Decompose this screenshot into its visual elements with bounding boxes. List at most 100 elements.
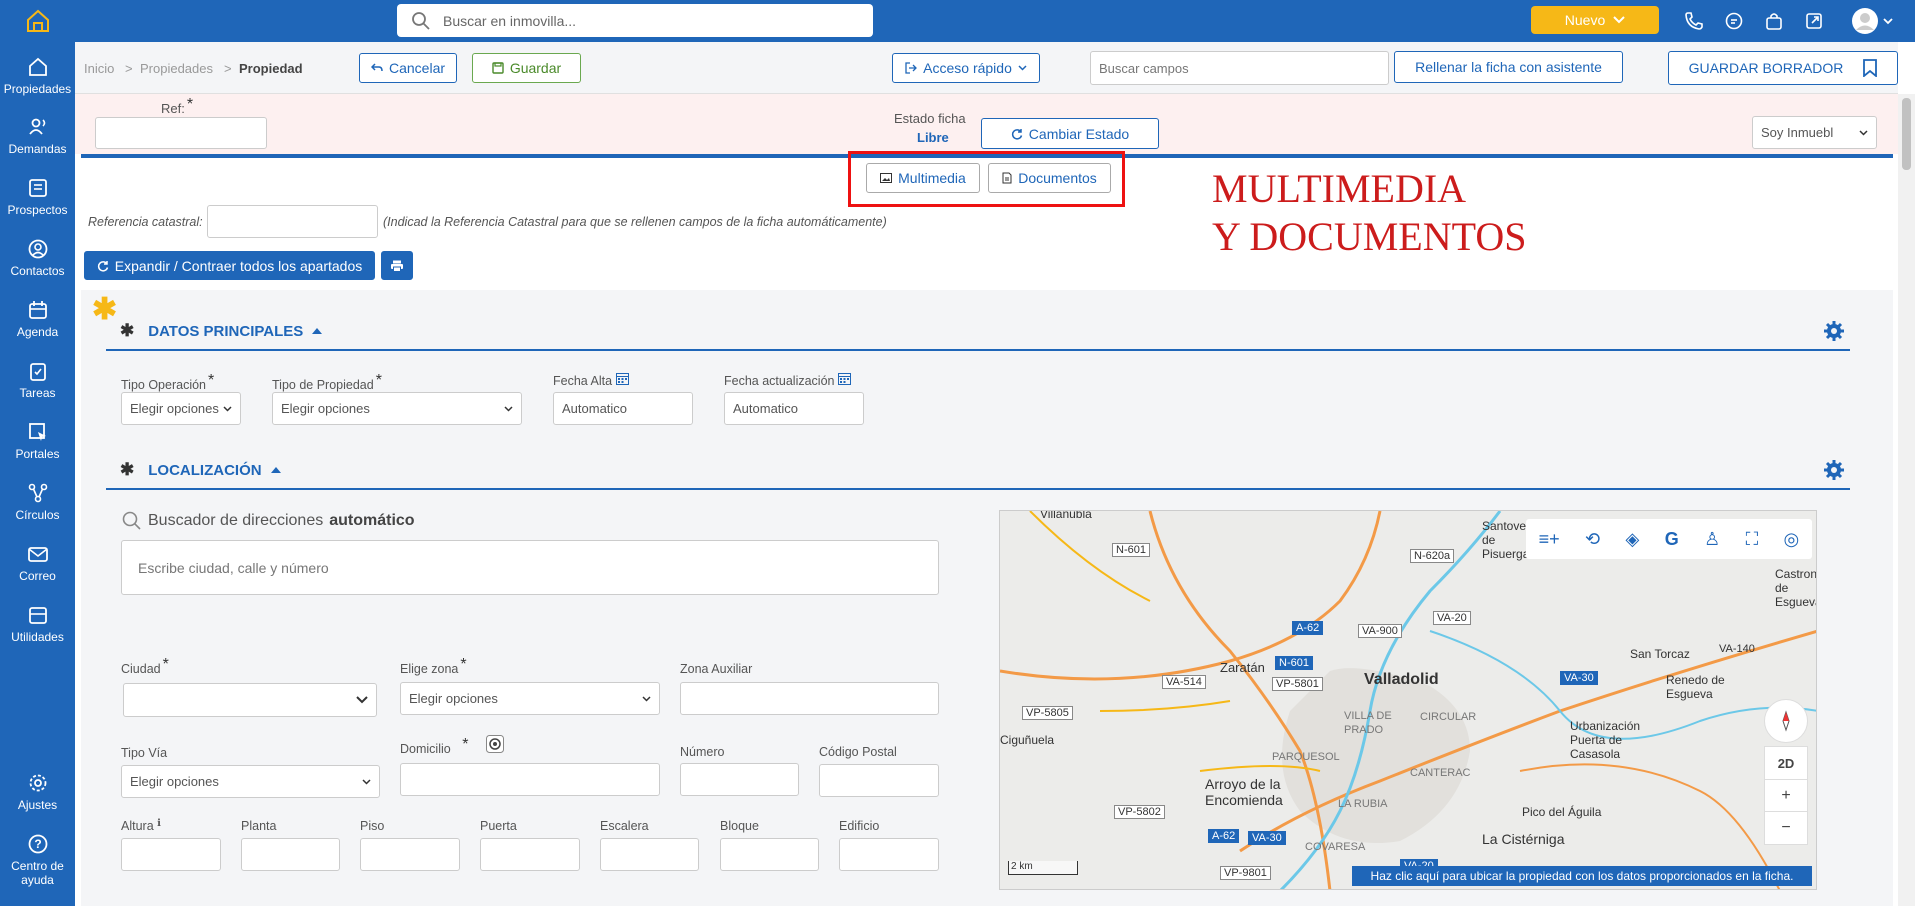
sidebar-item-circulos[interactable]: Círculos xyxy=(0,476,75,536)
sidebar-item-utilidades[interactable]: Utilidades xyxy=(0,598,75,658)
phone-icon[interactable] xyxy=(1682,9,1706,33)
map-town: COVARESA xyxy=(1305,841,1366,853)
ciudad-select[interactable] xyxy=(123,683,377,717)
sidebar-item-contactos[interactable]: Contactos xyxy=(0,232,75,292)
quick-access-button[interactable]: Acceso rápido xyxy=(892,53,1040,83)
sidebar-item-label: Centro de xyxy=(11,859,64,873)
puerta-input[interactable] xyxy=(480,838,580,871)
breadcrumb-inicio[interactable]: Inicio xyxy=(84,61,114,76)
help-icon: ? xyxy=(28,834,47,854)
cancel-button[interactable]: Cancelar xyxy=(359,53,457,83)
add-list-icon[interactable]: ≡+ xyxy=(1539,529,1560,550)
target-icon[interactable] xyxy=(486,735,504,753)
altura-label: Altura ℹ xyxy=(121,818,161,833)
search-placeholder: Buscar en inmovilla... xyxy=(443,12,577,29)
codigo-postal-input[interactable] xyxy=(819,764,939,797)
zoom-out-button[interactable]: − xyxy=(1764,811,1808,845)
planta-input[interactable] xyxy=(241,838,340,871)
chevron-down-icon xyxy=(1859,129,1868,136)
sidebar-item-propiedades[interactable]: Propiedades xyxy=(0,50,75,110)
catastro-input[interactable] xyxy=(207,205,378,238)
map-town: LA RUBIA xyxy=(1338,798,1388,810)
chevron-down-icon xyxy=(1018,65,1027,71)
puerta-label: Puerta xyxy=(480,819,517,833)
google-icon[interactable]: G xyxy=(1665,529,1679,550)
360-view-icon[interactable]: ⟲ xyxy=(1585,529,1600,550)
fecha-actualizacion-input[interactable]: Automatico xyxy=(724,392,864,425)
sidebar-item-label: Propiedades xyxy=(3,82,72,96)
cancel-label: Cancelar xyxy=(388,60,446,76)
map-town: Zaratán xyxy=(1220,660,1265,675)
bloque-input[interactable] xyxy=(720,838,819,871)
logo[interactable] xyxy=(0,0,75,42)
role-select[interactable]: Soy Inmuebl xyxy=(1752,116,1877,149)
house-logo-icon xyxy=(26,9,49,32)
gear-icon[interactable] xyxy=(1823,459,1845,481)
sidebar-item-ayuda[interactable]: ? Centro de ayuda xyxy=(0,827,75,887)
sidebar-item-tareas[interactable]: Tareas xyxy=(0,354,75,414)
zoom-in-button[interactable]: + xyxy=(1764,779,1808,813)
cambiar-estado-button[interactable]: Cambiar Estado xyxy=(981,118,1159,149)
scrollbar-thumb[interactable] xyxy=(1902,98,1911,170)
section-datos-principales[interactable]: ✱ DATOS PRINCIPALES xyxy=(120,321,323,341)
gear-icon[interactable] xyxy=(1823,320,1845,342)
numero-input[interactable] xyxy=(680,763,799,796)
tipo-propiedad-select[interactable]: Elegir opciones xyxy=(272,392,522,425)
bag-icon[interactable] xyxy=(1762,9,1786,33)
refresh-icon xyxy=(1011,128,1023,140)
search-fields-input[interactable]: Buscar campos xyxy=(1090,51,1389,85)
fecha-alta-input[interactable]: Automatico xyxy=(553,392,693,425)
sidebar-item-demandas[interactable]: Demandas xyxy=(0,110,75,170)
sidebar-item-agenda[interactable]: Agenda xyxy=(0,293,75,353)
map-town: Pico del Águila xyxy=(1522,805,1602,819)
zona-auxiliar-input[interactable] xyxy=(680,682,939,715)
street-view-icon[interactable]: ♙ xyxy=(1704,529,1720,550)
chevron-down-icon xyxy=(504,405,513,412)
breadcrumb-propiedades[interactable]: Propiedades xyxy=(140,61,213,76)
edificio-input[interactable] xyxy=(839,838,939,871)
chat-icon[interactable] xyxy=(1722,9,1746,33)
sidebar-item-correo[interactable]: Correo xyxy=(0,537,75,597)
escalera-input[interactable] xyxy=(600,838,699,871)
sidebar-item-portales[interactable]: Portales xyxy=(0,415,75,475)
annotation-highlight-box xyxy=(848,151,1125,207)
layers-icon[interactable]: ◈ xyxy=(1626,529,1640,550)
page-scrollbar[interactable] xyxy=(1898,94,1915,906)
map-town: Ciguñuela xyxy=(1000,733,1055,747)
expand-collapse-button[interactable]: Expandir / Contraer todos los apartados xyxy=(84,251,375,280)
sidebar-item-ajustes[interactable]: Ajustes xyxy=(0,766,75,826)
sidebar-item-prospectos[interactable]: Prospectos xyxy=(0,171,75,231)
contacts-icon xyxy=(28,239,47,259)
altura-input[interactable] xyxy=(121,838,221,871)
map-locate-hint-button[interactable]: Haz clic aquí para ubicar la propiedad c… xyxy=(1352,866,1812,886)
tipo-operacion-select[interactable]: Elegir opciones xyxy=(121,392,241,425)
collapse-triangle-icon xyxy=(270,467,281,473)
nuevo-button[interactable]: Nuevo xyxy=(1531,6,1659,34)
tipo-via-select[interactable]: Elegir opciones xyxy=(121,765,380,798)
2d-label: 2D xyxy=(1777,755,1795,771)
ref-input[interactable] xyxy=(95,117,267,149)
print-button[interactable] xyxy=(381,251,413,280)
piso-input[interactable] xyxy=(360,838,460,871)
sidebar-item-label: Contactos xyxy=(10,264,65,278)
chevron-down-icon xyxy=(362,778,371,785)
save-button[interactable]: Guardar xyxy=(472,53,581,83)
assistant-button[interactable]: Rellenar la ficha con asistente xyxy=(1394,51,1623,83)
export-icon[interactable] xyxy=(1802,9,1826,33)
zona-select[interactable]: Elegir opciones xyxy=(400,682,660,715)
2d-toggle-button[interactable]: 2D xyxy=(1764,746,1808,780)
info-icon: ℹ xyxy=(157,818,161,829)
compass-button[interactable] xyxy=(1764,699,1808,743)
bookmark-icon xyxy=(1863,59,1878,77)
location-map[interactable]: Villanubla Santovenia de Pisuerga Castro… xyxy=(999,510,1817,890)
locate-icon[interactable]: ◎ xyxy=(1784,529,1800,550)
section-localizacion[interactable]: ✱ LOCALIZACIÓN xyxy=(120,460,282,480)
address-search-heading: Buscador de direcciones automático xyxy=(122,511,415,531)
fullscreen-icon[interactable]: ⛶ xyxy=(1746,529,1759,550)
user-menu[interactable] xyxy=(1850,8,1894,34)
global-search-input[interactable]: Buscar en inmovilla... xyxy=(397,4,873,37)
address-search-input[interactable]: Escribe ciudad, calle y número xyxy=(121,540,939,595)
fecha-alta-label: Fecha Alta xyxy=(553,373,629,388)
save-draft-button[interactable]: GUARDAR BORRADOR xyxy=(1668,51,1898,85)
domicilio-input[interactable] xyxy=(400,763,660,796)
